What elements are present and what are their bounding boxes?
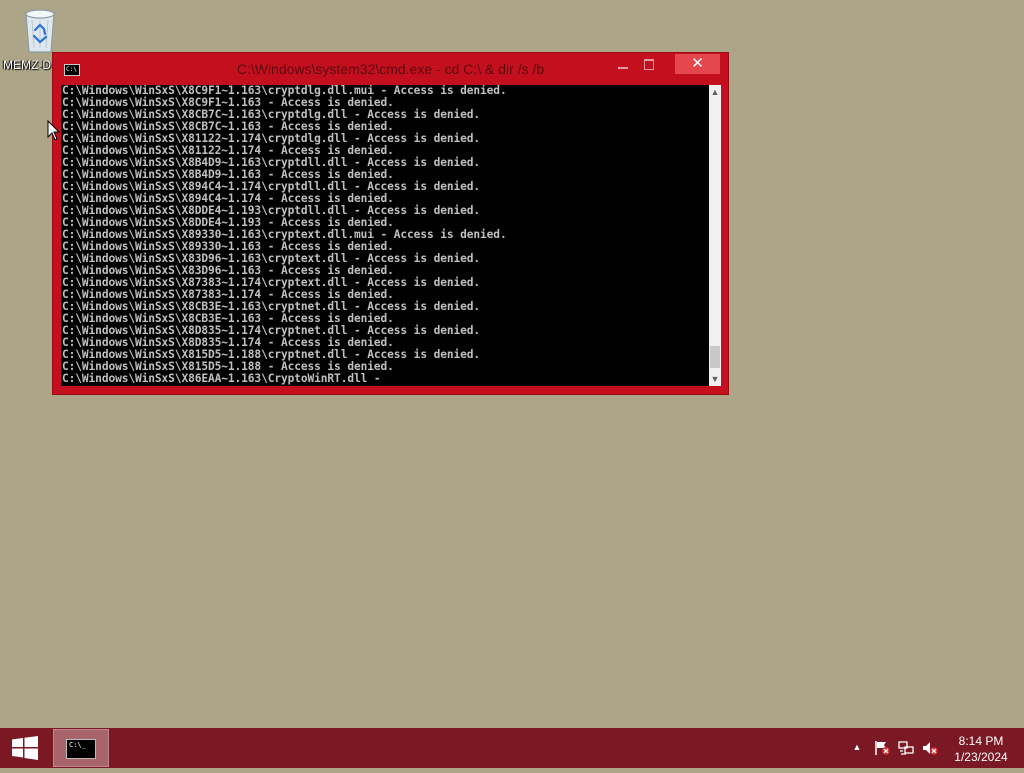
action-center-flag-icon[interactable]	[873, 740, 891, 756]
volume-muted-icon[interactable]	[921, 740, 939, 756]
clock-date: 1/23/2024	[954, 750, 1008, 764]
windows-logo-icon	[12, 736, 38, 760]
maximize-button[interactable]	[636, 54, 662, 74]
show-hidden-icons-icon[interactable]: ▲	[851, 742, 863, 752]
network-icon[interactable]	[897, 740, 915, 756]
mouse-pointer-icon	[47, 119, 61, 142]
recycle-bin-icon	[20, 6, 60, 54]
title-bar[interactable]: C:\ C:\Windows\system32\cmd.exe - cd C:\…	[53, 53, 728, 85]
taskbar-cmd-button[interactable]: C:\_	[53, 729, 109, 767]
console-output[interactable]: C:\Windows\WinSxS\X8C9F1~1.163\cryptdlg.…	[61, 85, 709, 386]
cmd-taskbar-icon: C:\_	[66, 739, 96, 759]
close-button[interactable]: ✕	[675, 54, 720, 74]
cmd-window[interactable]: C:\ C:\Windows\system32\cmd.exe - cd C:\…	[52, 52, 729, 395]
taskbar: C:\_ ▲ 8:14 PM 1/23/2024	[0, 728, 1024, 768]
scroll-up-icon[interactable]: ▲	[709, 85, 721, 99]
minimize-button[interactable]	[610, 54, 636, 74]
taskbar-clock[interactable]: 8:14 PM 1/23/2024	[944, 733, 1018, 765]
vertical-scrollbar[interactable]: ▲ ▼	[709, 85, 721, 386]
start-button[interactable]	[0, 728, 50, 768]
scrollbar-thumb[interactable]	[710, 346, 720, 368]
console-line: C:\Windows\WinSxS\X86EAA~1.163\CryptoWin…	[62, 372, 381, 385]
clock-time: 8:14 PM	[958, 734, 1004, 748]
scroll-down-icon[interactable]: ▼	[709, 372, 721, 386]
